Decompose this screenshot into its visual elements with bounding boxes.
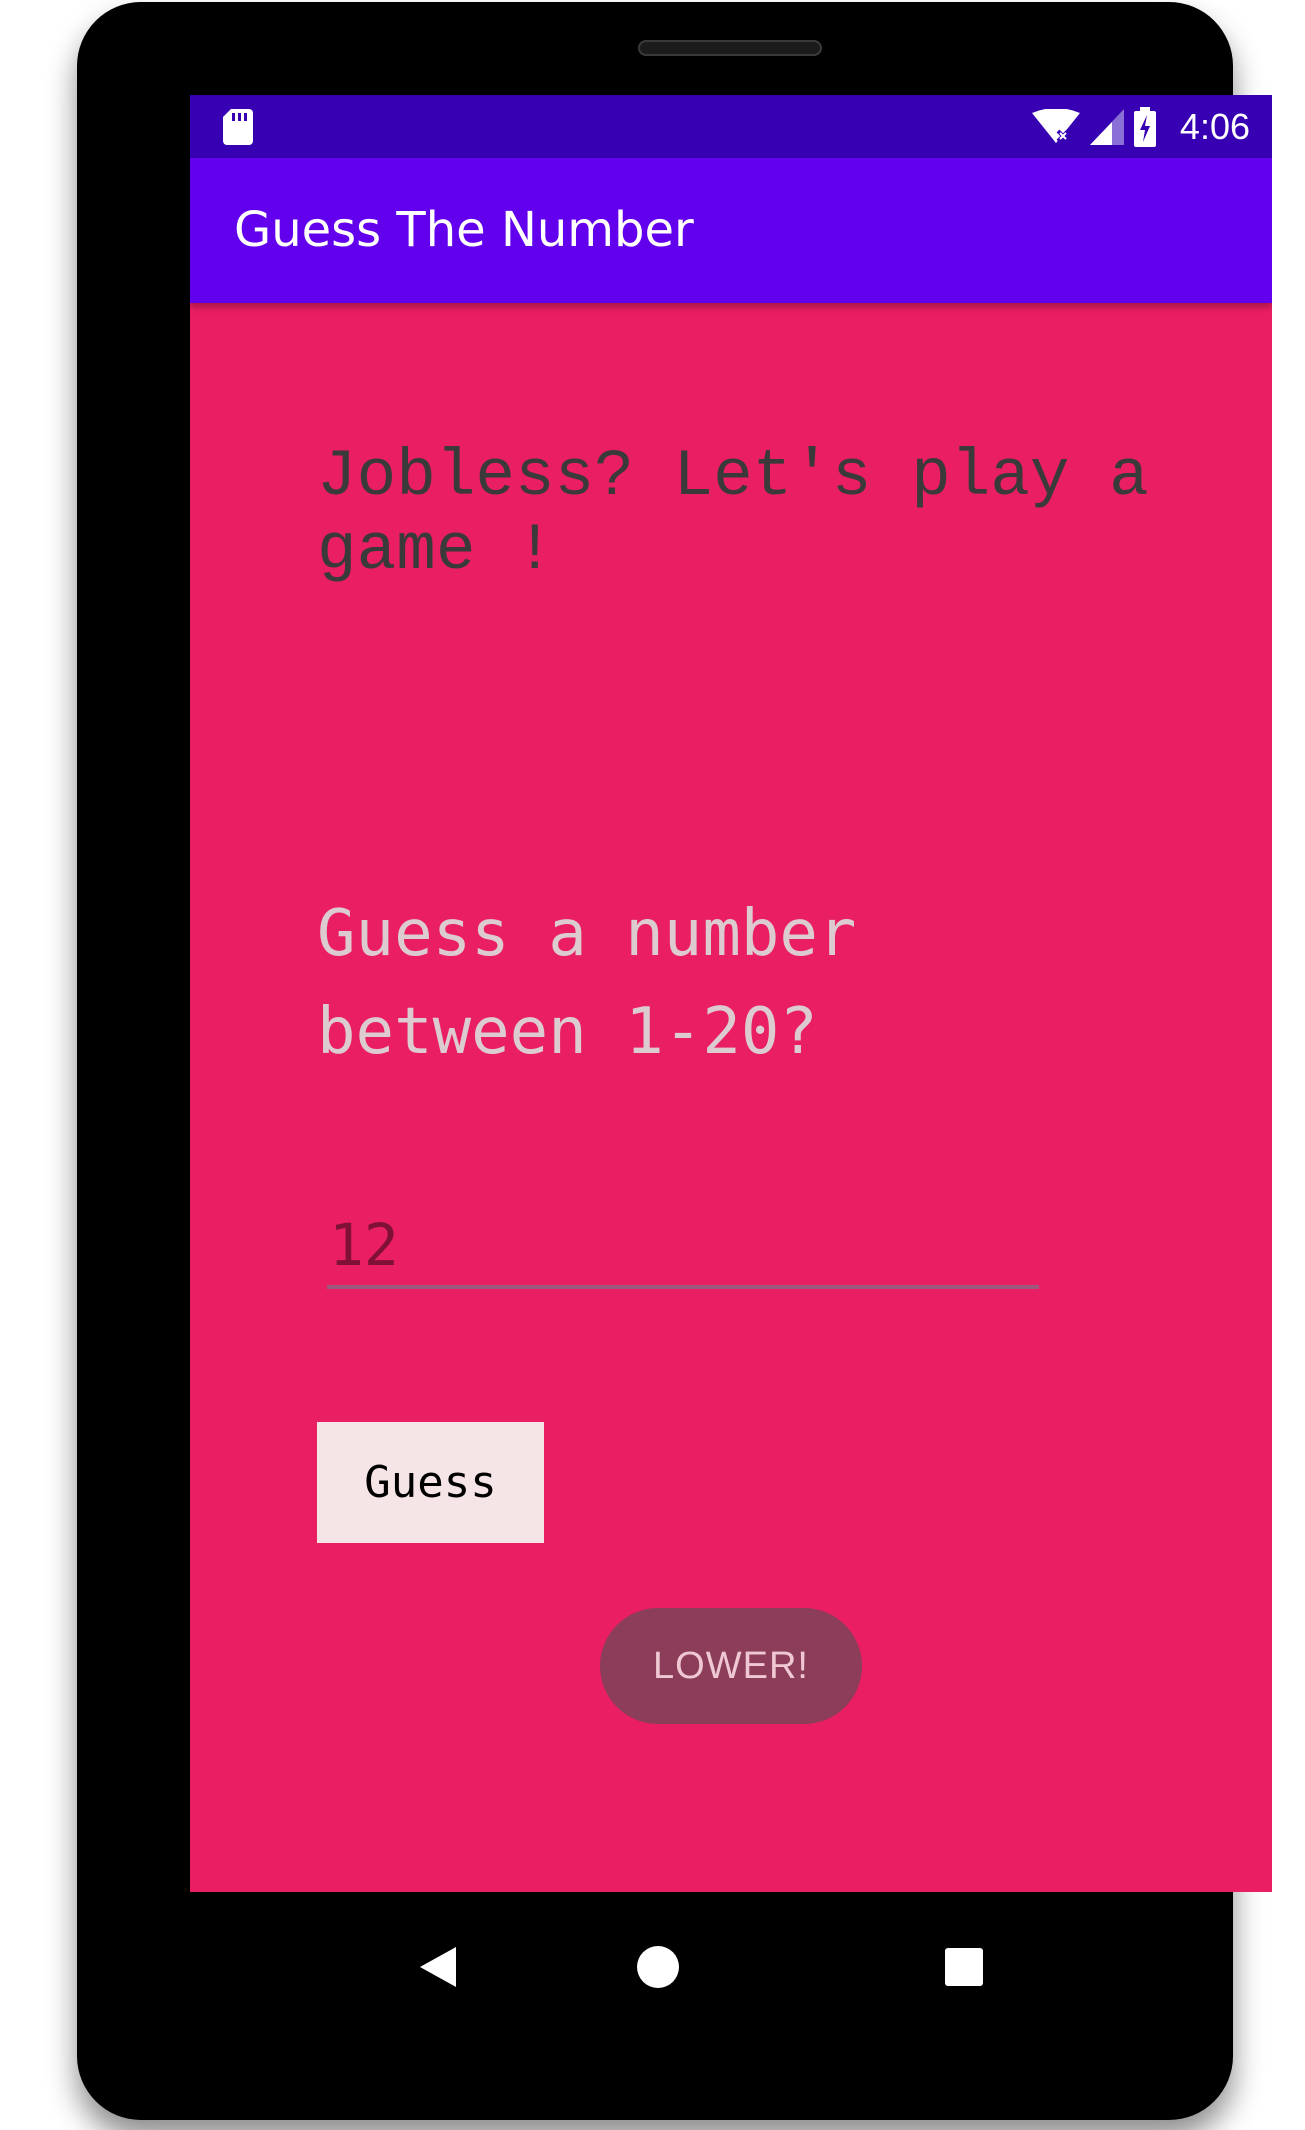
- signal-icon: [1089, 109, 1124, 145]
- back-icon[interactable]: [393, 1922, 483, 2012]
- status-bar: 4:06: [190, 95, 1272, 158]
- headline-text: Jobless? Let's play a game !: [317, 439, 1149, 588]
- home-circle-glyph: [637, 1946, 679, 1988]
- app-screen: 4:06 Guess The Number Jobless? Let's pla…: [190, 95, 1272, 1892]
- recents-square-glyph: [945, 1948, 983, 1986]
- phone-speaker: [638, 40, 822, 56]
- battery-charging-icon: [1133, 107, 1156, 147]
- status-clock: 4:06: [1179, 106, 1250, 147]
- recents-icon[interactable]: [919, 1922, 1009, 2012]
- phone-frame: 4:06 Guess The Number Jobless? Let's pla…: [77, 2, 1272, 2120]
- status-icons: 4:06: [1031, 103, 1250, 151]
- app-bar: Guess The Number: [190, 158, 1272, 303]
- app-title: Guess The Number: [234, 202, 694, 258]
- number-input[interactable]: [327, 1205, 1039, 1289]
- sd-card-icon: [223, 109, 253, 145]
- wifi-icon: [1031, 109, 1080, 143]
- guess-button[interactable]: Guess: [317, 1422, 544, 1543]
- navigation-buttons: [190, 1892, 1272, 2042]
- prompt-text: Guess a number between 1-20?: [317, 897, 857, 1069]
- back-triangle-glyph: [420, 1947, 456, 1987]
- home-icon[interactable]: [613, 1922, 703, 2012]
- result-label: LOWER!: [600, 1608, 862, 1724]
